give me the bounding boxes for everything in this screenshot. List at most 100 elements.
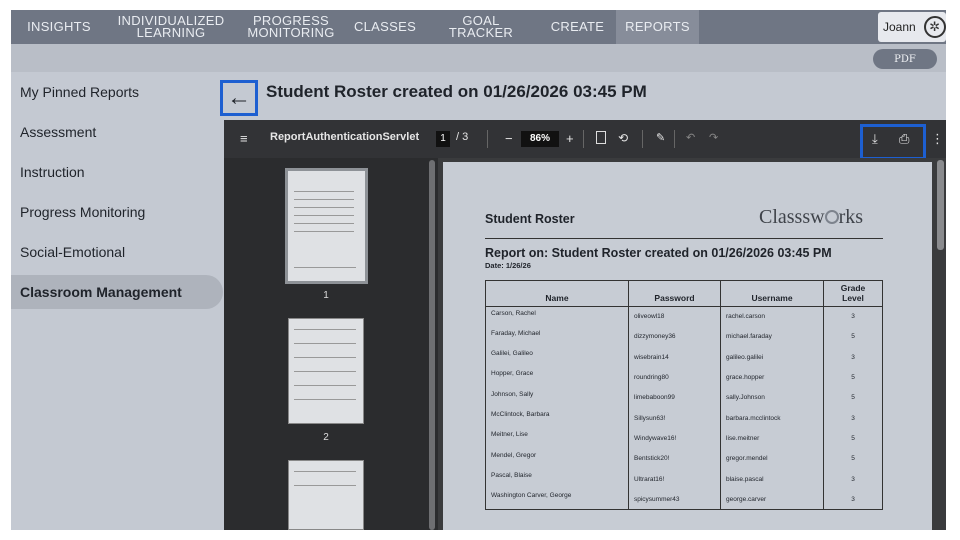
pdf-button[interactable]: PDF xyxy=(873,49,937,69)
download-icon[interactable]: ⤓ xyxy=(872,131,878,147)
rotate-icon[interactable]: ⟲ xyxy=(618,131,628,145)
sidebar-item-progress-monitoring[interactable]: Progress Monitoring xyxy=(11,192,223,232)
cell-name: Galilei, Galileo xyxy=(485,347,629,368)
cell-name: Faraday, Michael xyxy=(485,326,629,348)
nav-progress-monitoring[interactable]: PROGRESS MONITORING xyxy=(235,10,347,44)
cell-grade: 3 xyxy=(823,407,883,429)
cell-grade: 3 xyxy=(823,468,883,490)
cell-name: Johnson, Sally xyxy=(485,387,629,408)
document-page-area: Student Roster Classsw rks Report on: Stu… xyxy=(438,158,946,530)
arrow-left-icon: ← xyxy=(227,84,251,111)
nav-label: CREATE xyxy=(550,19,605,34)
sidebar-item-instruction[interactable]: Instruction xyxy=(11,152,223,192)
cell-password: roundring80 xyxy=(628,367,721,388)
user-name: Joann xyxy=(883,20,916,34)
document-name: ReportAuthenticationServlet xyxy=(270,131,420,143)
print-icon[interactable]: ⎙ xyxy=(899,131,909,147)
table-header-row: Name Password Username Grade Level xyxy=(485,280,883,307)
cell-username: blaise.pascal xyxy=(720,468,824,490)
cell-password: oliveowl18 xyxy=(628,306,721,327)
cell-password: Sillysun63! xyxy=(628,407,721,429)
report-heading: Student Roster xyxy=(485,212,575,226)
table-row: McClintock, Barbara Sillysun63! barbara.mc… xyxy=(485,407,883,429)
thumb-line xyxy=(294,385,356,386)
thumb-line xyxy=(294,231,354,232)
sidebar-item-label: Instruction xyxy=(20,164,85,180)
user-menu[interactable]: Joann ✲ xyxy=(878,12,946,42)
table-row: Faraday, Michael dizzymoney36 michael.fara… xyxy=(485,326,883,348)
sidebar-item-classroom-management[interactable]: Classroom Management xyxy=(11,275,223,309)
column-header-name: Name xyxy=(485,280,629,307)
cell-password: dizzymoney36 xyxy=(628,326,721,348)
nav-individualized-learning[interactable]: INDIVIDUALIZED LEARNING xyxy=(107,10,235,44)
sidebar-item-assessment[interactable]: Assessment xyxy=(11,112,223,152)
cell-password: Windywave16! xyxy=(628,428,721,449)
thumb-line xyxy=(294,267,356,268)
page-number-input[interactable]: 1 xyxy=(436,131,450,147)
cell-username: george.carver xyxy=(720,489,824,510)
cell-grade: 3 xyxy=(823,306,883,327)
nav-label: REPORTS xyxy=(625,19,690,34)
undo-icon[interactable]: ↶ xyxy=(686,131,695,144)
table-row: Mendel, Gregor Bentstick20! gregor.mendel 5 xyxy=(485,448,883,469)
cell-username: grace.hopper xyxy=(720,367,824,388)
logo-gear-mark xyxy=(824,210,839,224)
cell-name: Meitner, Lise xyxy=(485,428,629,449)
thumbnail-page-3[interactable] xyxy=(288,460,364,530)
zoom-in-button[interactable]: + xyxy=(566,131,574,146)
nav-label: GOAL TRACKER xyxy=(448,13,514,40)
cell-password: limebaboon99 xyxy=(628,387,721,408)
cell-grade: 5 xyxy=(823,367,883,388)
nav-goal-tracker[interactable]: GOAL TRACKER xyxy=(423,10,539,44)
pdf-toolbar: ≡ ReportAuthenticationServlet 1 / 3 − 86… xyxy=(224,120,946,160)
table-row: Meitner, Lise Windywave16! lise.meitner 5 xyxy=(485,428,883,449)
thumb-line xyxy=(294,223,354,224)
cell-name: Pascal, Blaise xyxy=(485,468,629,490)
gear-icon: ✲ xyxy=(923,16,946,38)
nav-classes[interactable]: CLASSES xyxy=(347,10,423,44)
zoom-out-button[interactable]: − xyxy=(505,131,513,146)
thumb-line xyxy=(294,207,354,208)
cell-name: Washington Carver, George xyxy=(485,489,629,510)
annotate-icon[interactable]: ✎ xyxy=(656,131,665,144)
thumb-line xyxy=(294,471,356,472)
toolbar-divider xyxy=(674,130,675,148)
report-subtitle: Report on: Student Roster created on 01/… xyxy=(485,246,832,260)
nav-insights[interactable]: INSIGHTS xyxy=(11,10,107,44)
document-scrollbar[interactable] xyxy=(937,160,944,250)
nav-label-line2: MONITORING xyxy=(247,25,335,40)
thumb-line xyxy=(294,343,356,344)
report-date: Date: 1/26/26 xyxy=(485,261,531,270)
cell-grade: 5 xyxy=(823,428,883,449)
column-header-grade-line2: Level xyxy=(842,293,864,303)
sub-toolbar: PDF xyxy=(11,44,946,72)
sidebar-item-my-pinned-reports[interactable]: My Pinned Reports xyxy=(11,72,223,112)
table-row: Johnson, Sally limebaboon99 sally.Johnson 5 xyxy=(485,387,883,408)
nav-create[interactable]: CREATE xyxy=(539,10,616,44)
menu-icon[interactable]: ≡ xyxy=(240,131,248,146)
cell-username: rachel.carson xyxy=(720,306,824,327)
column-header-password: Password xyxy=(628,280,721,307)
cell-name: Mendel, Gregor xyxy=(485,448,629,469)
sidebar-item-social-emotional[interactable]: Social-Emotional xyxy=(11,232,223,272)
nav-reports[interactable]: REPORTS xyxy=(616,10,699,44)
zoom-level-input[interactable]: 86% xyxy=(521,131,559,147)
thumbnail-page-1[interactable] xyxy=(285,168,368,284)
cell-grade: 3 xyxy=(823,347,883,368)
fit-page-icon[interactable] xyxy=(596,131,606,144)
back-button[interactable]: ← xyxy=(220,80,258,116)
more-options-icon[interactable]: ⋮ xyxy=(931,131,944,147)
cell-grade: 5 xyxy=(823,448,883,469)
sidebar-item-label: Progress Monitoring xyxy=(20,204,146,220)
cell-username: michael.faraday xyxy=(720,326,824,348)
app-frame: INSIGHTS INDIVIDUALIZED LEARNING PROGRESS… xyxy=(11,10,946,530)
cell-password: Bentstick20! xyxy=(628,448,721,469)
top-nav: INSIGHTS INDIVIDUALIZED LEARNING PROGRESS… xyxy=(11,10,946,44)
cell-username: barbara.mcclintock xyxy=(720,407,824,429)
cell-grade: 5 xyxy=(823,326,883,348)
thumbnail-page-2[interactable] xyxy=(288,318,364,424)
cell-grade: 5 xyxy=(823,387,883,408)
redo-icon[interactable]: ↷ xyxy=(709,131,718,144)
thumbnail-scrollbar[interactable] xyxy=(429,160,435,530)
thumbnail-panel: 1 2 xyxy=(224,158,438,530)
